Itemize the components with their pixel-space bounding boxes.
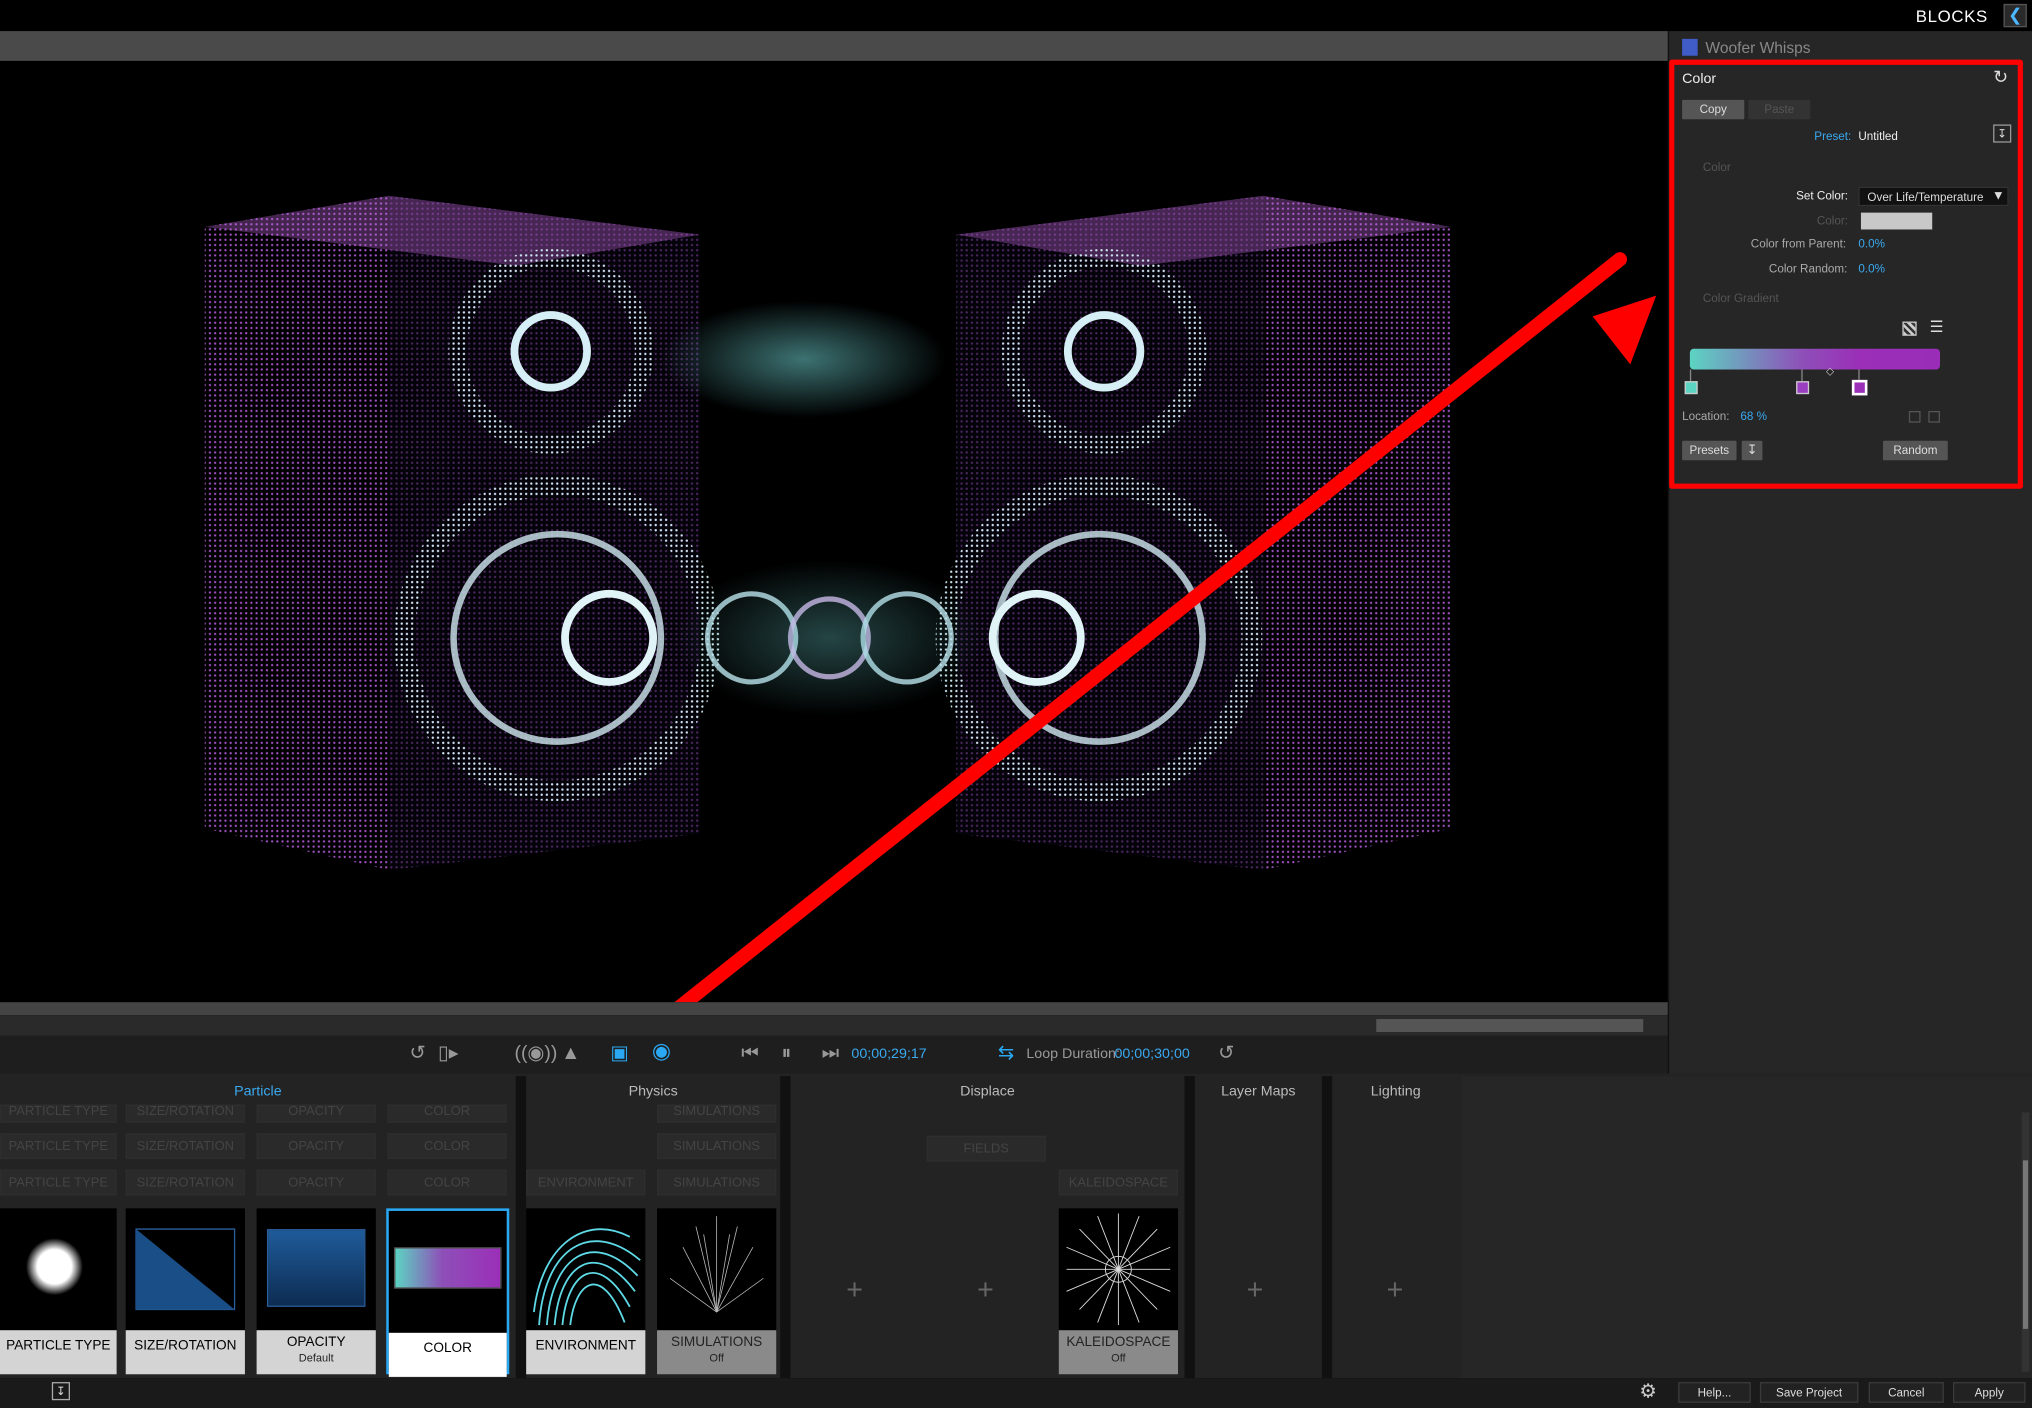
ghost-color: COLOR [387, 1133, 507, 1160]
block-card-particle-type[interactable]: PARTICLE TYPE [0, 1208, 117, 1375]
ghost-color: COLOR [387, 1169, 507, 1196]
viewer-header [0, 31, 1668, 61]
blocks-label: BLOCKS [1915, 6, 1988, 26]
card-label: PARTICLE TYPE [0, 1330, 117, 1375]
card-label: ENVIRONMENT [526, 1330, 646, 1375]
group-header-displace[interactable]: Displace [791, 1079, 1185, 1105]
simulations-thumbnail [657, 1208, 776, 1330]
ghost-color: COLOR [387, 1104, 507, 1123]
add-block-plus-icon[interactable]: + [1387, 1273, 1404, 1307]
group-separator [780, 1076, 791, 1379]
block-card-simulations[interactable]: SIMULATIONS Off [657, 1208, 777, 1375]
annotation-highlight-box [1669, 59, 2023, 489]
group-header-particle[interactable]: Particle [0, 1079, 516, 1105]
ghost-simulations: SIMULATIONS [657, 1104, 777, 1123]
group-separator [1184, 1076, 1195, 1379]
ghost-fields: FIELDS [926, 1135, 1046, 1162]
apply-button[interactable]: Apply [1952, 1382, 2026, 1403]
eye-icon[interactable]: ◉ [652, 1039, 671, 1063]
ghost-kaleidospace: KALEIDOSPACE [1058, 1169, 1178, 1196]
group-separator [1321, 1076, 1333, 1379]
skip-back-icon[interactable]: ⏮ [741, 1042, 759, 1065]
ghost-simulations: SIMULATIONS [657, 1133, 777, 1160]
skip-forward-icon[interactable]: ⏭ [822, 1042, 840, 1065]
pause-icon[interactable]: ⏸ [781, 1042, 791, 1065]
scrollbar-thumb[interactable] [2022, 1160, 2029, 1329]
size-rotation-thumbnail [126, 1208, 245, 1330]
audio-wave-icon[interactable]: ((◉)) [514, 1042, 557, 1065]
cancel-button[interactable]: Cancel [1868, 1382, 1944, 1403]
road-icon[interactable]: ▲ [561, 1042, 580, 1065]
reset-icon[interactable]: ↺ [1218, 1042, 1234, 1065]
group-header-physics[interactable]: Physics [526, 1079, 780, 1105]
card-label: SIZE/ROTATION [125, 1330, 245, 1375]
card-label: COLOR [388, 1332, 507, 1377]
help-button[interactable]: Help... [1678, 1382, 1751, 1403]
environment-thumbnail [526, 1208, 645, 1330]
card-label: OPACITY Default [256, 1330, 376, 1375]
current-time[interactable]: 00;00;29;17 [851, 1046, 926, 1062]
save-project-button[interactable]: Save Project [1759, 1382, 1859, 1403]
color-thumbnail [389, 1211, 507, 1333]
layer-name: Woofer Whisps [1705, 38, 1811, 58]
block-card-size-rotation[interactable]: SIZE/ROTATION [125, 1208, 245, 1375]
scrub-bar[interactable] [0, 1002, 1668, 1016]
ghost-particle-type: PARTICLE TYPE [0, 1133, 117, 1160]
loop-duration-value[interactable]: 00;00;30;00 [1114, 1046, 1189, 1062]
chevron-left-icon[interactable]: ❮ [2003, 3, 2027, 28]
ghost-size-rotation: SIZE/ROTATION [125, 1133, 245, 1160]
loop-duration-label: Loop Duration: [1026, 1046, 1120, 1062]
card-label: SIMULATIONS Off [657, 1330, 777, 1375]
ghost-environment: ENVIRONMENT [526, 1169, 646, 1196]
ghost-simulations: SIMULATIONS [657, 1169, 777, 1196]
particle-type-thumbnail [0, 1208, 117, 1330]
block-card-color[interactable]: COLOR [386, 1208, 510, 1377]
ghost-opacity: OPACITY [256, 1104, 376, 1123]
add-block-plus-icon[interactable]: + [846, 1273, 863, 1307]
block-card-kaleidospace[interactable]: KALEIDOSPACE Off [1058, 1208, 1178, 1375]
layer-color-swatch [1682, 38, 1698, 56]
speaker-particle-render [204, 195, 1657, 1003]
export-icon[interactable]: ↧ [51, 1382, 70, 1401]
group-header-layer-maps[interactable]: Layer Maps [1195, 1079, 1322, 1105]
loop-icon[interactable]: ⇆ [998, 1042, 1014, 1065]
card-label: KALEIDOSPACE Off [1058, 1330, 1178, 1375]
preview-viewer[interactable] [0, 60, 1668, 1003]
ghost-opacity: OPACITY [256, 1133, 376, 1160]
group-header-lighting[interactable]: Lighting [1332, 1079, 1459, 1105]
undo-icon[interactable]: ↺ [410, 1042, 426, 1065]
block-card-opacity[interactable]: OPACITY Default [256, 1208, 376, 1375]
ghost-size-rotation: SIZE/ROTATION [125, 1169, 245, 1196]
camera-icon[interactable]: ▯▸ [438, 1042, 458, 1065]
ghost-particle-type: PARTICLE TYPE [0, 1169, 117, 1196]
add-block-plus-icon[interactable]: + [1247, 1273, 1264, 1307]
view-frame-icon[interactable]: ▣ [610, 1042, 628, 1065]
ghost-particle-type: PARTICLE TYPE [0, 1104, 117, 1123]
block-card-environment[interactable]: ENVIRONMENT [526, 1208, 646, 1375]
gear-icon[interactable]: ⚙ [1639, 1379, 1656, 1403]
empty-panel-area [1461, 1076, 2032, 1379]
timeline-scroll-thumb[interactable] [1376, 1019, 1644, 1033]
ghost-size-rotation: SIZE/ROTATION [125, 1104, 245, 1123]
ghost-opacity: OPACITY [256, 1169, 376, 1196]
kaleidospace-thumbnail [1059, 1208, 1178, 1330]
add-block-plus-icon[interactable]: + [977, 1273, 994, 1307]
top-bar [0, 0, 2032, 32]
opacity-thumbnail [257, 1208, 376, 1330]
group-separator [515, 1076, 527, 1379]
